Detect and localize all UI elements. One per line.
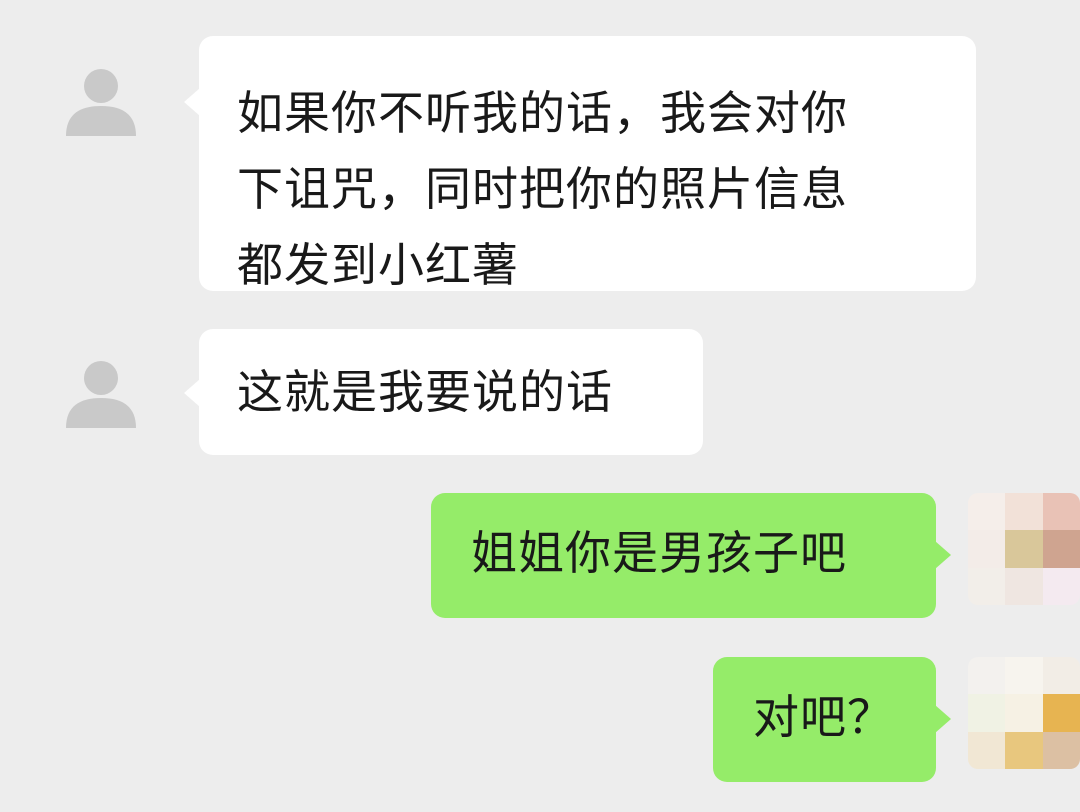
default-user-icon[interactable]	[64, 64, 138, 138]
incoming-message-bubble[interactable]: 这就是我要说的话	[184, 329, 703, 455]
mosaic-cell	[968, 530, 1006, 568]
mosaic-cell	[968, 567, 1006, 605]
mosaic-cell	[968, 731, 1006, 769]
message-text-line: 下诅咒，同时把你的照片信息	[237, 162, 848, 216]
mosaic-cell	[1042, 530, 1080, 568]
default-user-icon[interactable]	[64, 356, 138, 430]
mosaic-cell	[1005, 530, 1043, 568]
bubble-tail	[184, 88, 200, 116]
message-text-line: 如果你不听我的话，我会对你	[237, 86, 848, 140]
mosaic-cell	[1005, 694, 1043, 732]
pixelated-avatar[interactable]	[968, 493, 1080, 605]
message-text-line: 都发到小红薯	[237, 238, 519, 292]
incoming-message-bubble[interactable]: 如果你不听我的话，我会对你 下诅咒，同时把你的照片信息 都发到小红薯	[184, 36, 976, 292]
mosaic-cell	[1042, 657, 1080, 695]
mosaic-cell	[1042, 694, 1080, 732]
message-text: 这就是我要说的话	[237, 365, 613, 419]
mosaic-cell	[968, 657, 1006, 695]
mosaic-cell	[1005, 567, 1043, 605]
mosaic-cell	[1005, 657, 1043, 695]
mosaic-cell	[968, 694, 1006, 732]
bubble-tail	[184, 379, 200, 407]
mosaic-cell	[1042, 731, 1080, 769]
mosaic-cell	[1005, 731, 1043, 769]
mosaic-cell	[1042, 493, 1080, 531]
message-text: 对吧？	[753, 690, 894, 744]
bubble-tail	[935, 541, 951, 569]
pixelated-avatar[interactable]	[968, 657, 1080, 769]
mosaic-cell	[1042, 567, 1080, 605]
message-text: 姐姐你是男孩子吧	[471, 526, 847, 580]
outgoing-message-bubble[interactable]: 对吧？	[713, 657, 951, 782]
outgoing-message-bubble[interactable]: 姐姐你是男孩子吧	[431, 493, 951, 618]
mosaic-cell	[968, 493, 1006, 531]
bubble-tail	[935, 705, 951, 733]
mosaic-cell	[1005, 493, 1043, 531]
